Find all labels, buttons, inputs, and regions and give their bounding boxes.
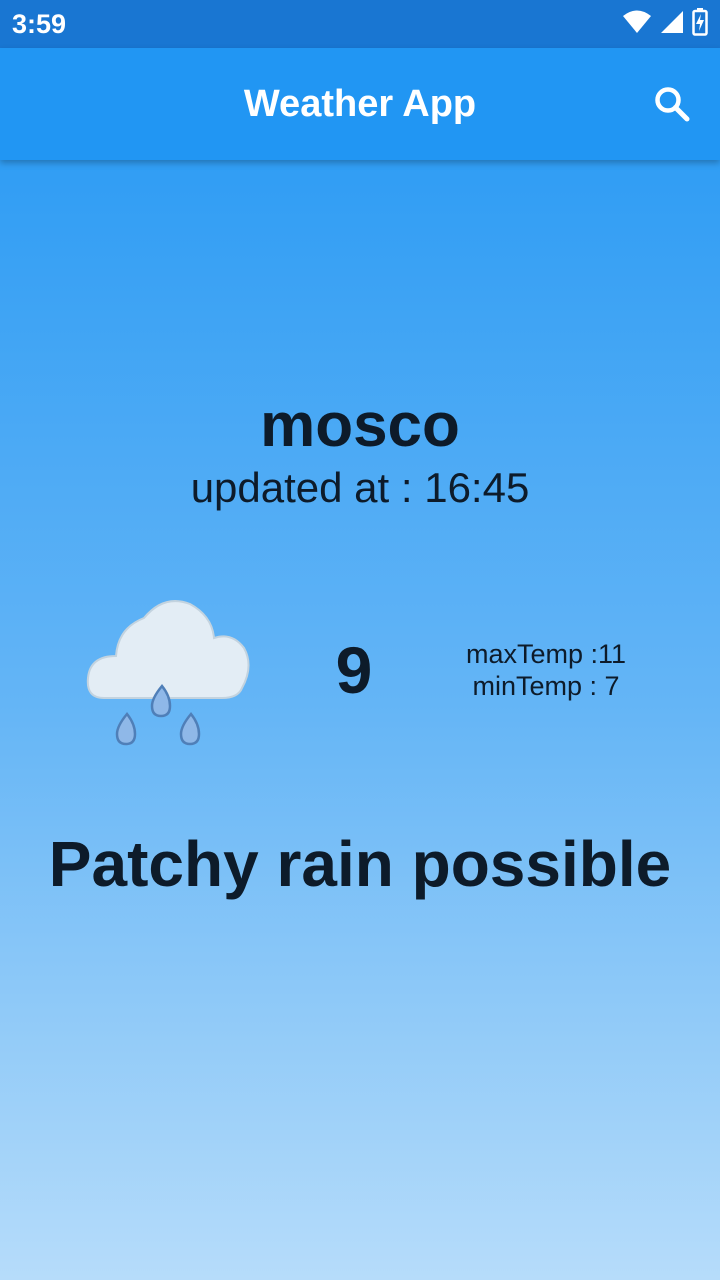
wifi-icon [622, 10, 652, 39]
weather-screen: 3:59 Weather App mosco updated at: 16:4… [0, 0, 720, 1280]
cloud-rain-icon [82, 588, 254, 752]
app-title: Weather App [243, 83, 477, 125]
current-temperature: 9 [335, 633, 373, 707]
weather-condition: Patchy rain possible [48, 828, 672, 900]
search-icon [655, 87, 690, 122]
city-name: mosco [260, 391, 460, 460]
min-max-temperature: maxTemp :11 minTemp : 7 [436, 638, 656, 702]
status-time: 3:59 [12, 9, 67, 39]
search-button[interactable] [644, 76, 700, 132]
app-bar: Weather App [0, 48, 720, 160]
min-temp: minTemp : 7 [472, 671, 620, 701]
battery-icon [692, 7, 708, 41]
updated-time: updated at : 16:45 [190, 464, 530, 511]
signal-icon [660, 10, 684, 39]
status-bar: 3:59 [0, 0, 720, 48]
max-temp: maxTemp :11 [465, 639, 627, 669]
status-icons [622, 7, 708, 41]
